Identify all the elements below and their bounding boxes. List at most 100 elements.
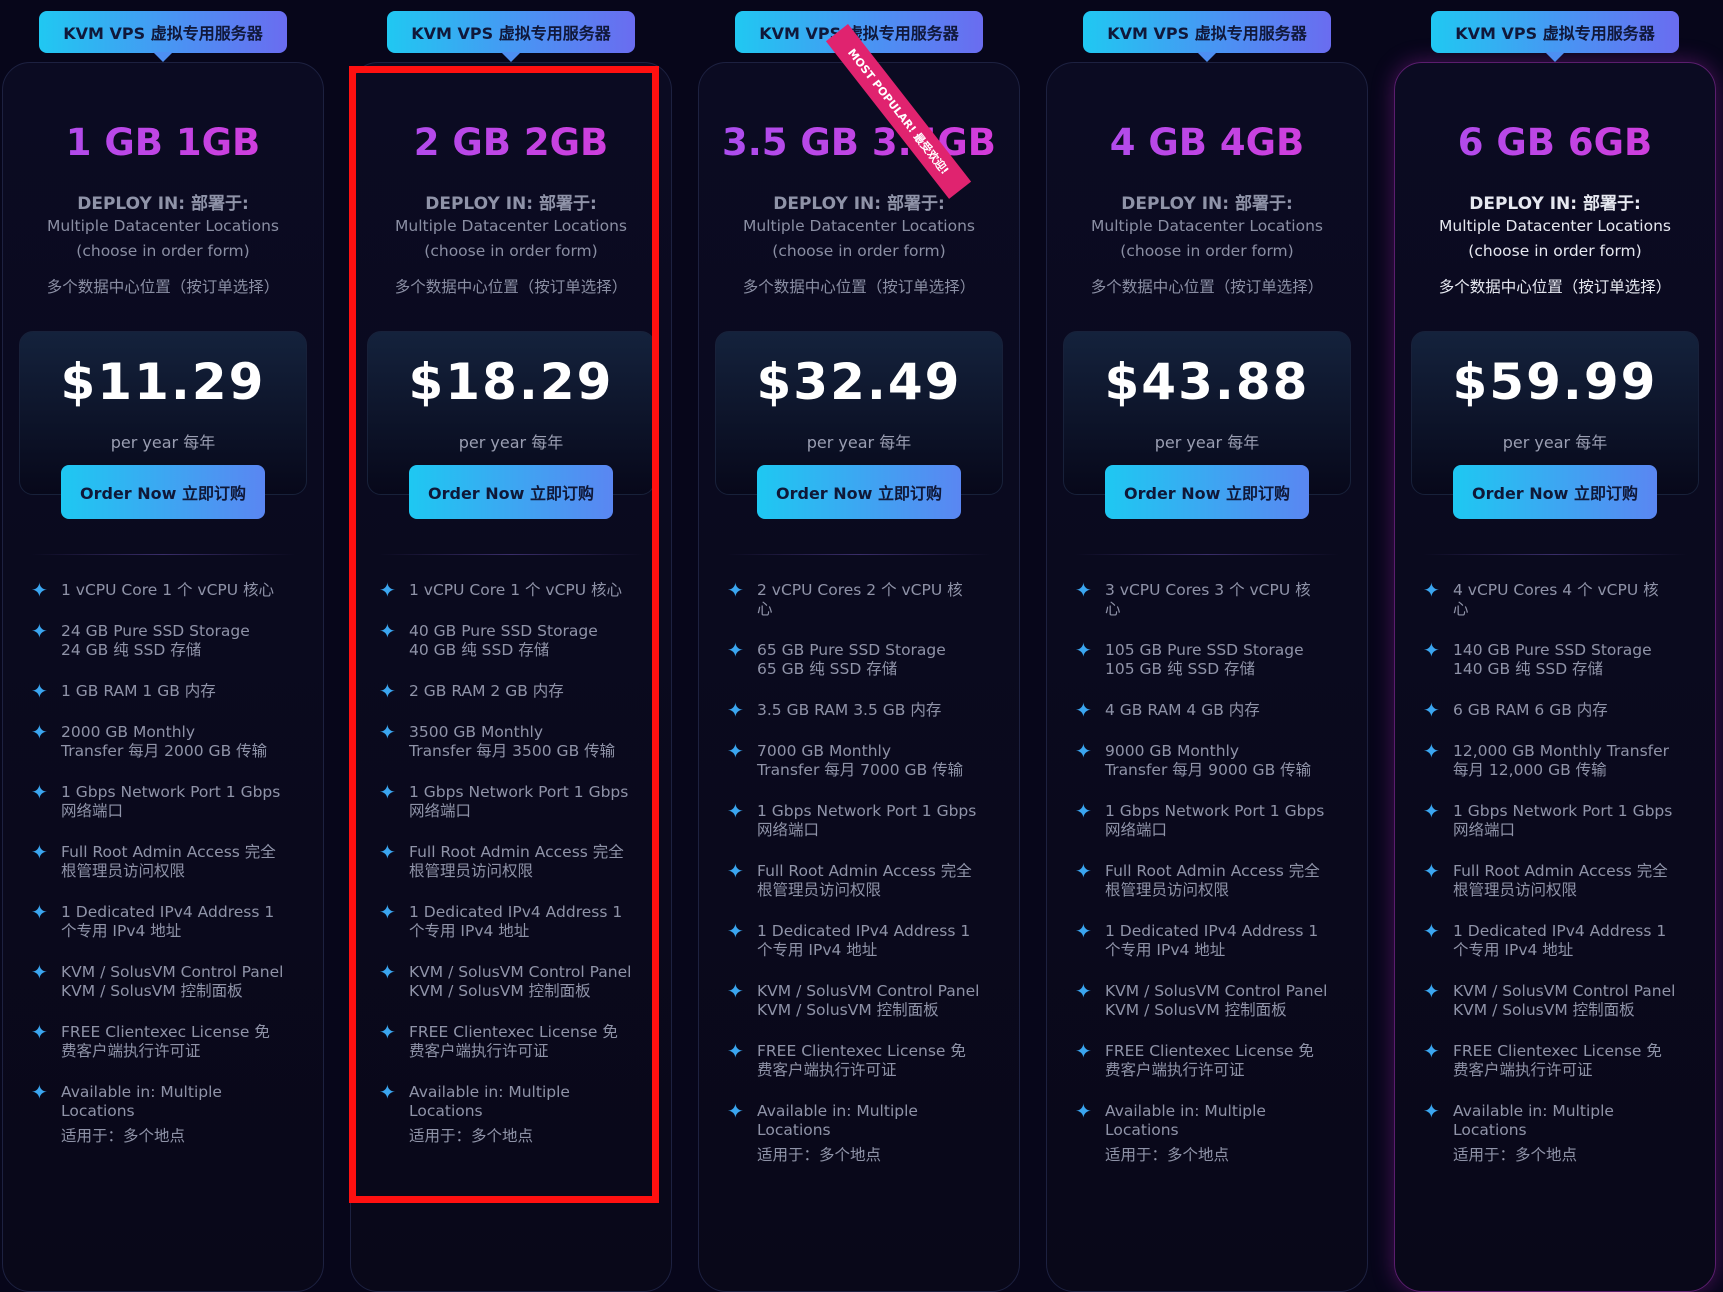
feature-line: 网络端口 bbox=[757, 821, 820, 839]
feature-line: Full Root Admin Access 完全 bbox=[757, 862, 972, 880]
feature-line: 40 GB Pure SSD Storage bbox=[409, 622, 598, 640]
feature-line: 1 Dedicated IPv4 Address 1 bbox=[409, 903, 623, 921]
plan-title: 4 GB 4GB bbox=[1047, 121, 1367, 164]
feature-line: Full Root Admin Access 完全 bbox=[61, 843, 276, 861]
feature-line: 1 Gbps Network Port 1 Gbps bbox=[1453, 802, 1673, 820]
sparkle-icon: ✦ bbox=[1075, 578, 1092, 602]
location-cn: 多个数据中心位置（按订单选择） bbox=[742, 278, 976, 296]
order-now-button[interactable]: Order Now 立即订购 bbox=[1453, 465, 1657, 519]
feature-item: ✦ Full Root Admin Access 完全 根管理员访问权限 bbox=[379, 842, 657, 881]
feature-line: 费客户端执行许可证 bbox=[1453, 1061, 1593, 1079]
feature-item: ✦ 3 vCPU Cores 3 个 vCPU 核心 bbox=[1075, 578, 1353, 619]
feature-line: 1 Dedicated IPv4 Address 1 bbox=[757, 922, 971, 940]
feature-item: ✦ 2 GB RAM 2 GB 内存 bbox=[379, 679, 657, 703]
feature-line: 24 GB Pure SSD Storage bbox=[61, 622, 250, 640]
feature-item: ✦ 6 GB RAM 6 GB 内存 bbox=[1423, 700, 1701, 720]
price: $18.29 bbox=[408, 353, 614, 411]
deploy-label: DEPLOY IN: 部署于: bbox=[425, 194, 597, 214]
feature-text: FREE Clientexec License 免费客户端执行许可证 bbox=[1105, 1042, 1314, 1080]
divider bbox=[379, 554, 643, 555]
feature-text: Full Root Admin Access 完全 根管理员访问权限 bbox=[1453, 862, 1668, 900]
sparkle-icon: ✦ bbox=[379, 619, 396, 643]
feature-line: FREE Clientexec License 免 bbox=[409, 1023, 618, 1041]
feature-text: 2 GB RAM 2 GB 内存 bbox=[409, 682, 564, 701]
feature-text: 105 GB Pure SSD Storage 105 GB 纯 SSD 存储 bbox=[1105, 641, 1304, 679]
sparkle-icon: ✦ bbox=[31, 900, 48, 924]
feature-line: KVM / SolusVM 控制面板 bbox=[409, 982, 591, 1000]
feature-text: 2000 GB Monthly Transfer 每月 2000 GB 传输 bbox=[61, 723, 267, 761]
feature-text: 1 Gbps Network Port 1 Gbps 网络端口 bbox=[409, 783, 628, 821]
location-note: (choose in order form) bbox=[772, 242, 946, 260]
feature-line: Transfer 每月 3500 GB 传输 bbox=[409, 742, 616, 760]
feature-text: 12,000 GB Monthly Transfer 每月 12,000 GB 传… bbox=[1453, 742, 1669, 780]
sparkle-icon: ✦ bbox=[727, 698, 744, 722]
plan-tag: KVM VPS 虚拟专用服务器 bbox=[39, 11, 287, 53]
feature-line: 1 Dedicated IPv4 Address 1 bbox=[61, 903, 275, 921]
feature-line: FREE Clientexec License 免 bbox=[61, 1023, 270, 1041]
feature-line: 1 Gbps Network Port 1 Gbps bbox=[1105, 802, 1325, 820]
feature-line: 1 vCPU Core 1 个 vCPU 核心 bbox=[61, 581, 275, 599]
sparkle-icon: ✦ bbox=[379, 1020, 396, 1044]
sparkle-icon: ✦ bbox=[727, 1039, 744, 1063]
feature-item: ✦ 1 Gbps Network Port 1 Gbps 网络端口 bbox=[379, 782, 657, 821]
feature-line: 适用于：多个地点 bbox=[1453, 1146, 1578, 1164]
feature-item: ✦ FREE Clientexec License 免费客户端执行许可证 bbox=[1423, 1041, 1701, 1080]
feature-line: 根管理员访问权限 bbox=[757, 881, 882, 899]
feature-line: 140 GB 纯 SSD 存储 bbox=[1453, 660, 1604, 678]
feature-line: FREE Clientexec License 免 bbox=[1105, 1042, 1314, 1060]
feature-item: ✦ 1 Gbps Network Port 1 Gbps 网络端口 bbox=[727, 801, 1005, 840]
divider bbox=[1423, 554, 1687, 555]
feature-text: KVM / SolusVM Control Panel KVM / SolusVM… bbox=[1105, 982, 1327, 1020]
sparkle-icon: ✦ bbox=[31, 780, 48, 804]
feature-line: 网络端口 bbox=[61, 802, 124, 820]
order-now-button[interactable]: Order Now 立即订购 bbox=[1105, 465, 1309, 519]
feature-line: Full Root Admin Access 完全 bbox=[409, 843, 624, 861]
feature-text: Full Root Admin Access 完全 根管理员访问权限 bbox=[61, 843, 276, 881]
feature-item: ✦ 9000 GB Monthly Transfer 每月 9000 GB 传输 bbox=[1075, 741, 1353, 780]
sparkle-icon: ✦ bbox=[727, 979, 744, 1003]
order-now-button[interactable]: Order Now 立即订购 bbox=[61, 465, 265, 519]
sparkle-icon: ✦ bbox=[379, 960, 396, 984]
feature-text: Available in: Multiple Locations 适用于：多个地点 bbox=[757, 1102, 918, 1165]
feature-item: ✦ 24 GB Pure SSD Storage 24 GB 纯 SSD 存储 bbox=[31, 621, 309, 660]
feature-item: ✦ KVM / SolusVM Control Panel KVM / SolusV… bbox=[1423, 981, 1701, 1020]
feature-text: FREE Clientexec License 免费客户端执行许可证 bbox=[409, 1023, 618, 1061]
feature-line: 7000 GB Monthly bbox=[757, 742, 892, 760]
feature-line: Available in: Multiple bbox=[1453, 1102, 1614, 1120]
location-cn: 多个数据中心位置（按订单选择） bbox=[1090, 278, 1324, 296]
feature-text: 1 Dedicated IPv4 Address 1 个专用 IPv4 地址 bbox=[1453, 922, 1666, 960]
sparkle-icon: ✦ bbox=[379, 679, 396, 703]
feature-line: Full Root Admin Access 完全 bbox=[1105, 862, 1320, 880]
sparkle-icon: ✦ bbox=[1075, 919, 1092, 943]
feature-line: 1 vCPU Core 1 个 vCPU 核心 bbox=[409, 581, 623, 599]
feature-line: KVM / SolusVM 控制面板 bbox=[61, 982, 243, 1000]
feature-item: ✦ Full Root Admin Access 完全 根管理员访问权限 bbox=[727, 861, 1005, 900]
location-cn: 多个数据中心位置（按订单选择） bbox=[394, 278, 628, 296]
feature-text: 1 vCPU Core 1 个 vCPU 核心 bbox=[409, 581, 622, 600]
sparkle-icon: ✦ bbox=[31, 1020, 48, 1044]
feature-line: 2 vCPU Cores 2 个 vCPU 核 bbox=[757, 581, 963, 599]
sparkle-icon: ✦ bbox=[727, 638, 744, 662]
sparkle-icon: ✦ bbox=[31, 960, 48, 984]
feature-line: 1 Gbps Network Port 1 Gbps bbox=[757, 802, 977, 820]
price: $43.88 bbox=[1104, 353, 1310, 411]
sparkle-icon: ✦ bbox=[1423, 578, 1440, 602]
sparkle-icon: ✦ bbox=[1075, 1099, 1092, 1123]
feature-line: 个专用 IPv4 地址 bbox=[61, 922, 182, 940]
feature-line: 1 Dedicated IPv4 Address 1 bbox=[1105, 922, 1319, 940]
feature-line: Available in: Multiple bbox=[409, 1083, 570, 1101]
order-now-button[interactable]: Order Now 立即订购 bbox=[757, 465, 961, 519]
feature-line: 1 Gbps Network Port 1 Gbps bbox=[409, 783, 629, 801]
feature-text: Available in: Multiple Locations 适用于：多个地点 bbox=[1453, 1102, 1614, 1165]
order-now-button[interactable]: Order Now 立即订购 bbox=[409, 465, 613, 519]
location-cn: 多个数据中心位置（按订单选择） bbox=[46, 278, 280, 296]
feature-item: ✦ 65 GB Pure SSD Storage 65 GB 纯 SSD 存储 bbox=[727, 638, 1005, 679]
location-note: (choose in order form) bbox=[1120, 242, 1294, 260]
feature-line: Locations bbox=[409, 1102, 483, 1120]
sparkle-icon: ✦ bbox=[1075, 638, 1092, 662]
feature-item: ✦ 3.5 GB RAM 3.5 GB 内存 bbox=[727, 698, 1005, 722]
feature-line: 3.5 GB RAM 3.5 GB 内存 bbox=[757, 701, 942, 719]
feature-line: 个专用 IPv4 地址 bbox=[1105, 941, 1226, 959]
feature-item: ✦ Available in: Multiple Locations 适用于：多个地点 bbox=[727, 1101, 1005, 1165]
feature-line: 心 bbox=[1453, 600, 1469, 618]
